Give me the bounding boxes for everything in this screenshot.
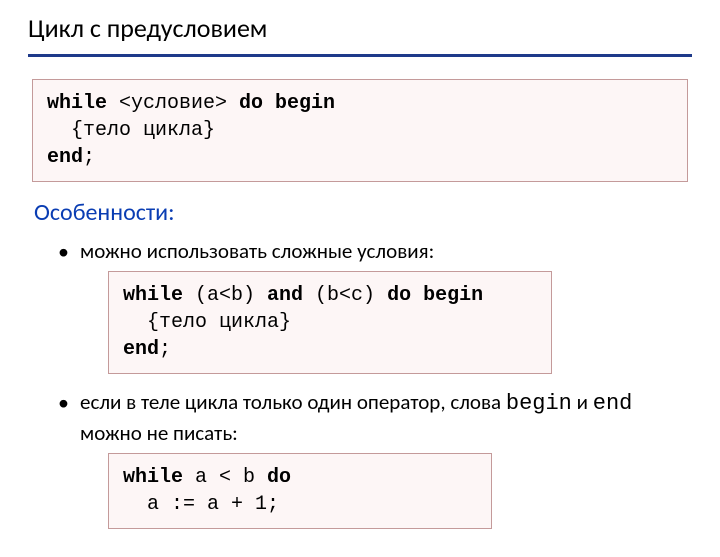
page-title: Цикл с предусловием	[28, 12, 692, 48]
title-rule	[28, 54, 692, 57]
codebox-example-1: while (a<b) and (b<c) do begin {тело цик…	[108, 271, 552, 374]
list-item: если в теле цикла только один оператор, …	[58, 388, 692, 447]
list-item: можно использовать сложные условия:	[58, 237, 692, 265]
codebox-syntax: while <условие> do begin {тело цикла} en…	[32, 79, 688, 182]
bullet-text-2b: и	[572, 389, 593, 415]
subheading: Особенности:	[34, 198, 692, 227]
inline-code-begin: begin	[506, 391, 572, 416]
codebox-example-2: while a < b do a := a + 1;	[108, 453, 492, 529]
slide: Цикл с предусловием while <условие> do b…	[0, 0, 720, 557]
bullet-text-2a: если в теле цикла только один оператор, …	[80, 389, 506, 415]
bullet-text-2c: можно не писать:	[80, 420, 238, 446]
inline-code-end: end	[593, 391, 633, 416]
feature-list-2: если в теле цикла только один оператор, …	[58, 388, 692, 447]
bullet-text-1: можно использовать сложные условия:	[80, 238, 434, 264]
feature-list: можно использовать сложные условия:	[58, 237, 692, 265]
